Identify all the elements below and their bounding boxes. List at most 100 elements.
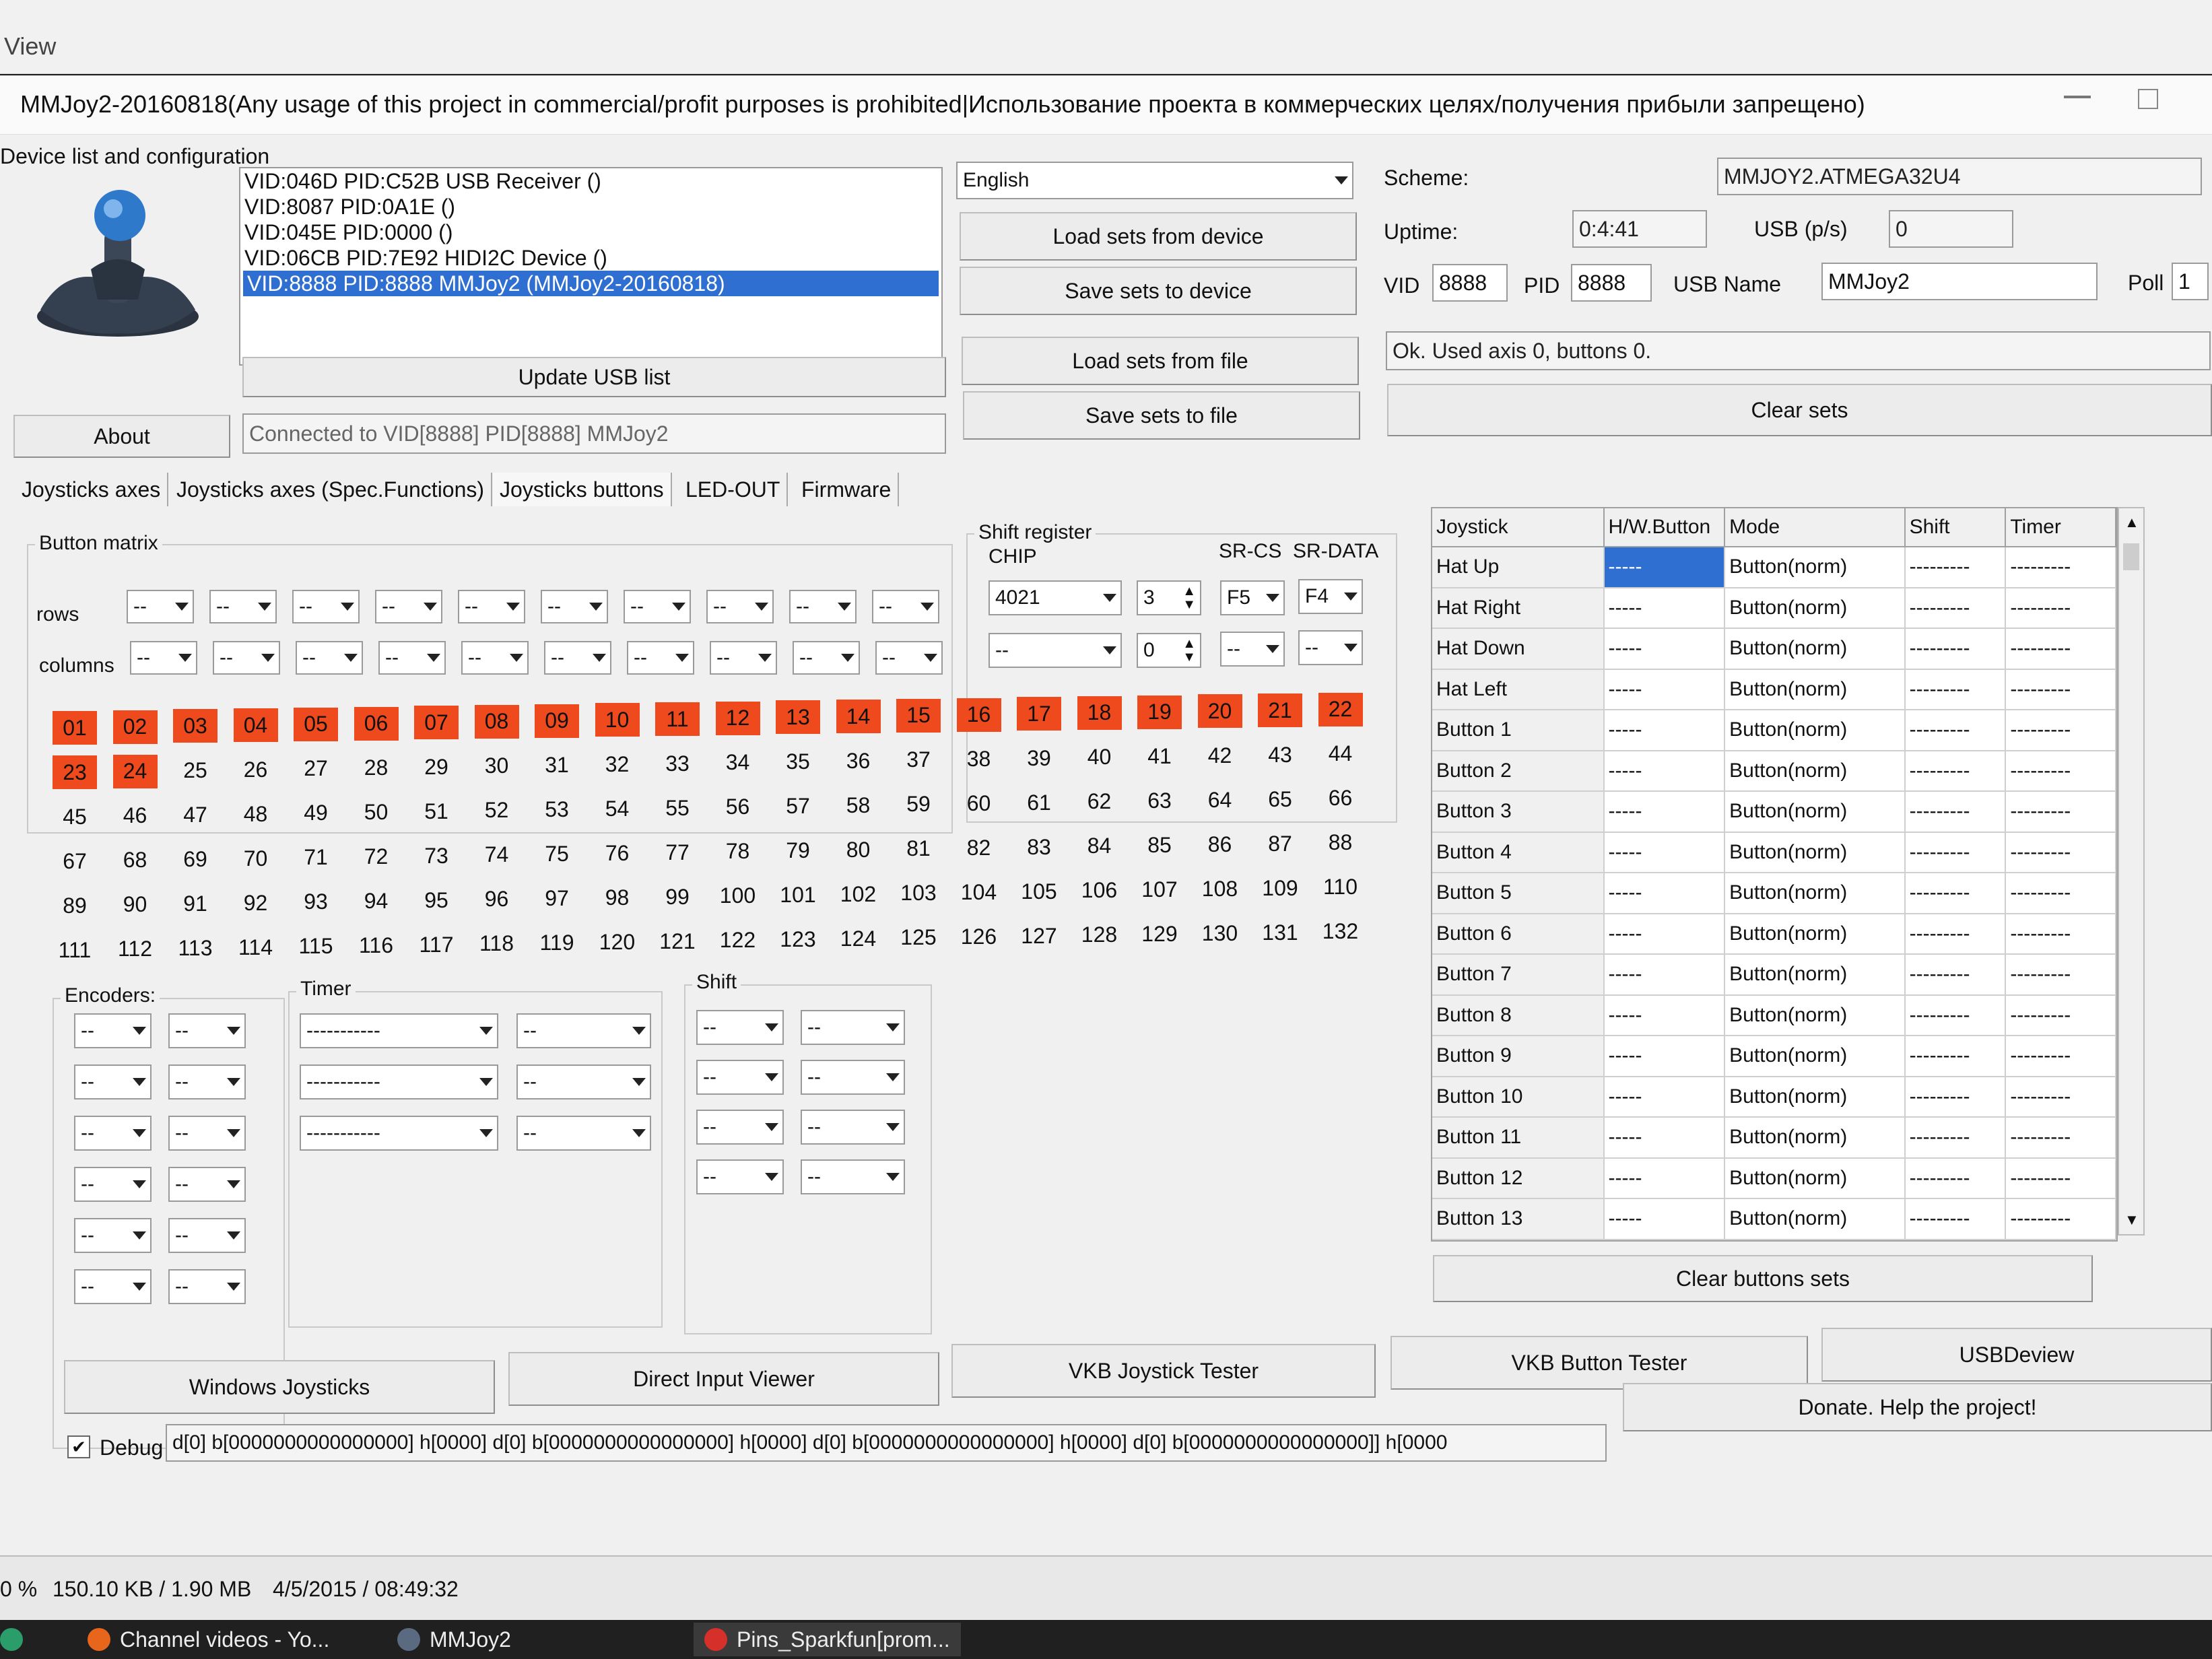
button-cell[interactable]: 123 — [776, 922, 820, 956]
button-cell[interactable]: 38 — [957, 743, 1001, 776]
timer-cell[interactable]: --------- — [2006, 1118, 2116, 1157]
button-cell[interactable]: 30 — [475, 749, 519, 783]
rows-select[interactable]: -- — [209, 590, 277, 623]
button-cell[interactable]: 130 — [1198, 916, 1242, 950]
hw-button-cell[interactable]: ----- — [1605, 1077, 1726, 1116]
button-cell[interactable]: 129 — [1137, 918, 1182, 951]
button-cell[interactable]: 74 — [475, 838, 519, 872]
tab-joysticks-axes[interactable]: Joysticks axes — [15, 473, 169, 506]
table-row[interactable]: Button 8 ----- Button(norm) --------- ------… — [1432, 995, 2116, 1036]
joystick-cell[interactable]: Button 1 — [1432, 710, 1605, 750]
table-row[interactable]: Hat Down ----- Button(norm) --------- ------… — [1432, 629, 2116, 670]
button-cell[interactable]: 132 — [1318, 915, 1363, 949]
table-row[interactable]: Button 1 ----- Button(norm) --------- ------… — [1432, 710, 2116, 751]
button-cell[interactable]: 88 — [1318, 826, 1363, 860]
hw-button-cell[interactable]: ----- — [1605, 1118, 1726, 1157]
chip-select-1[interactable]: 4021 — [988, 580, 1122, 615]
joystick-cell[interactable]: Button 9 — [1432, 1036, 1605, 1076]
table-row[interactable]: Hat Left ----- Button(norm) --------- ------… — [1432, 669, 2116, 710]
button-cell-active[interactable]: 18 — [1077, 696, 1122, 730]
encoder-select-b[interactable]: -- — [168, 1064, 246, 1099]
button-cell[interactable]: 63 — [1137, 784, 1182, 818]
tab-joysticks-axes-spec[interactable]: Joysticks axes (Spec.Functions) — [170, 473, 493, 506]
timer-cell[interactable]: --------- — [2006, 588, 2116, 628]
button-cell[interactable]: 105 — [1017, 875, 1061, 908]
button-cell[interactable]: 25 — [173, 753, 217, 787]
rows-select[interactable]: -- — [706, 590, 774, 623]
timer-cell[interactable]: --------- — [2006, 669, 2116, 709]
scrollbar-thumb[interactable] — [2123, 543, 2139, 570]
button-cell[interactable]: 80 — [836, 833, 881, 867]
taskbar-item-firefox[interactable]: Channel videos - Yo... — [88, 1623, 329, 1656]
button-cell[interactable]: 37 — [896, 743, 941, 777]
hw-button-cell[interactable]: ----- — [1604, 547, 1726, 587]
button-cell[interactable]: 81 — [896, 832, 941, 866]
button-cell[interactable]: 114 — [234, 930, 278, 964]
button-cell[interactable]: 61 — [1017, 786, 1061, 819]
hw-button-cell[interactable]: ----- — [1605, 914, 1726, 953]
device-list-item[interactable]: VID:045E PID:0000 () — [240, 219, 941, 245]
button-cell[interactable]: 31 — [535, 749, 579, 782]
button-cell[interactable]: 93 — [294, 885, 338, 919]
button-cell[interactable]: 43 — [1258, 738, 1302, 772]
mode-cell[interactable]: Button(norm) — [1725, 873, 1906, 913]
timer-cell[interactable]: --------- — [2006, 1077, 2116, 1116]
shift-cell[interactable]: --------- — [1906, 792, 2007, 832]
columns-select[interactable]: -- — [875, 641, 943, 675]
button-cell[interactable]: 113 — [173, 931, 217, 965]
encoder-select-a[interactable]: -- — [74, 1269, 152, 1304]
button-cell[interactable]: 77 — [655, 836, 700, 869]
button-cell-active[interactable]: 02 — [112, 710, 158, 744]
button-cell[interactable]: 53 — [535, 793, 579, 827]
button-cell[interactable]: 92 — [234, 886, 278, 920]
button-cell[interactable]: 62 — [1077, 785, 1122, 819]
button-cell[interactable]: 110 — [1318, 871, 1363, 904]
shift-select-a[interactable]: -- — [696, 1010, 784, 1045]
button-cell[interactable]: 106 — [1077, 874, 1122, 908]
rows-select[interactable]: -- — [624, 590, 691, 623]
header-timer[interactable]: Timer — [2006, 508, 2116, 546]
button-cell-active[interactable]: 08 — [474, 704, 519, 739]
table-row[interactable]: Button 6 ----- Button(norm) --------- ------… — [1432, 914, 2116, 955]
button-cell[interactable]: 60 — [957, 787, 1001, 821]
button-cell[interactable]: 58 — [836, 788, 881, 822]
mode-cell[interactable]: Button(norm) — [1725, 1158, 1906, 1198]
table-row[interactable]: Button 13 ----- Button(norm) --------- -----… — [1432, 1199, 2116, 1240]
columns-select[interactable]: -- — [296, 641, 363, 675]
timer-cell[interactable]: --------- — [2006, 1199, 2116, 1239]
about-button[interactable]: About — [13, 415, 230, 458]
button-cell[interactable]: 47 — [173, 798, 217, 832]
button-cell[interactable]: 115 — [294, 930, 338, 963]
poll-field[interactable]: 1 — [2172, 263, 2209, 300]
button-cell[interactable]: 90 — [113, 888, 158, 922]
rows-select[interactable]: -- — [789, 590, 857, 623]
shift-select-a[interactable]: -- — [696, 1060, 784, 1095]
button-cell[interactable]: 48 — [234, 797, 278, 831]
button-cell-active[interactable]: 07 — [414, 706, 459, 740]
shift-cell[interactable]: --------- — [1906, 1199, 2007, 1239]
button-cell[interactable]: 124 — [836, 922, 881, 955]
button-cell[interactable]: 119 — [535, 926, 579, 960]
button-cell[interactable]: 103 — [896, 877, 941, 910]
button-cell[interactable]: 82 — [957, 832, 1001, 865]
button-cell[interactable]: 116 — [354, 929, 399, 963]
taskbar-item-mmjoy2[interactable]: MMJoy2 — [397, 1623, 511, 1656]
button-cell[interactable]: 117 — [414, 928, 459, 961]
update-usb-list-button[interactable]: Update USB list — [242, 357, 946, 397]
button-cell[interactable]: 99 — [655, 880, 700, 914]
button-cell[interactable]: 41 — [1137, 740, 1182, 774]
button-cell[interactable]: 72 — [354, 840, 399, 874]
button-cell[interactable]: 75 — [535, 838, 579, 871]
joystick-cell[interactable]: Button 11 — [1432, 1118, 1605, 1157]
device-list[interactable]: VID:046D PID:C52B USB Receiver () VID:80… — [239, 167, 943, 366]
timer-cell[interactable]: --------- — [2006, 547, 2116, 587]
header-mode[interactable]: Mode — [1725, 508, 1906, 546]
button-cell-active[interactable]: 10 — [595, 703, 640, 737]
table-row[interactable]: Button 10 ----- Button(norm) --------- -----… — [1432, 1077, 2116, 1118]
button-cell[interactable]: 64 — [1198, 783, 1242, 817]
columns-select[interactable]: -- — [710, 641, 777, 675]
button-cell[interactable]: 59 — [896, 788, 941, 821]
table-scrollbar[interactable]: ▲ ▼ — [2118, 507, 2145, 1235]
load-sets-from-file-button[interactable]: Load sets from file — [962, 337, 1359, 385]
shift-cell[interactable]: --------- — [1906, 751, 2007, 790]
